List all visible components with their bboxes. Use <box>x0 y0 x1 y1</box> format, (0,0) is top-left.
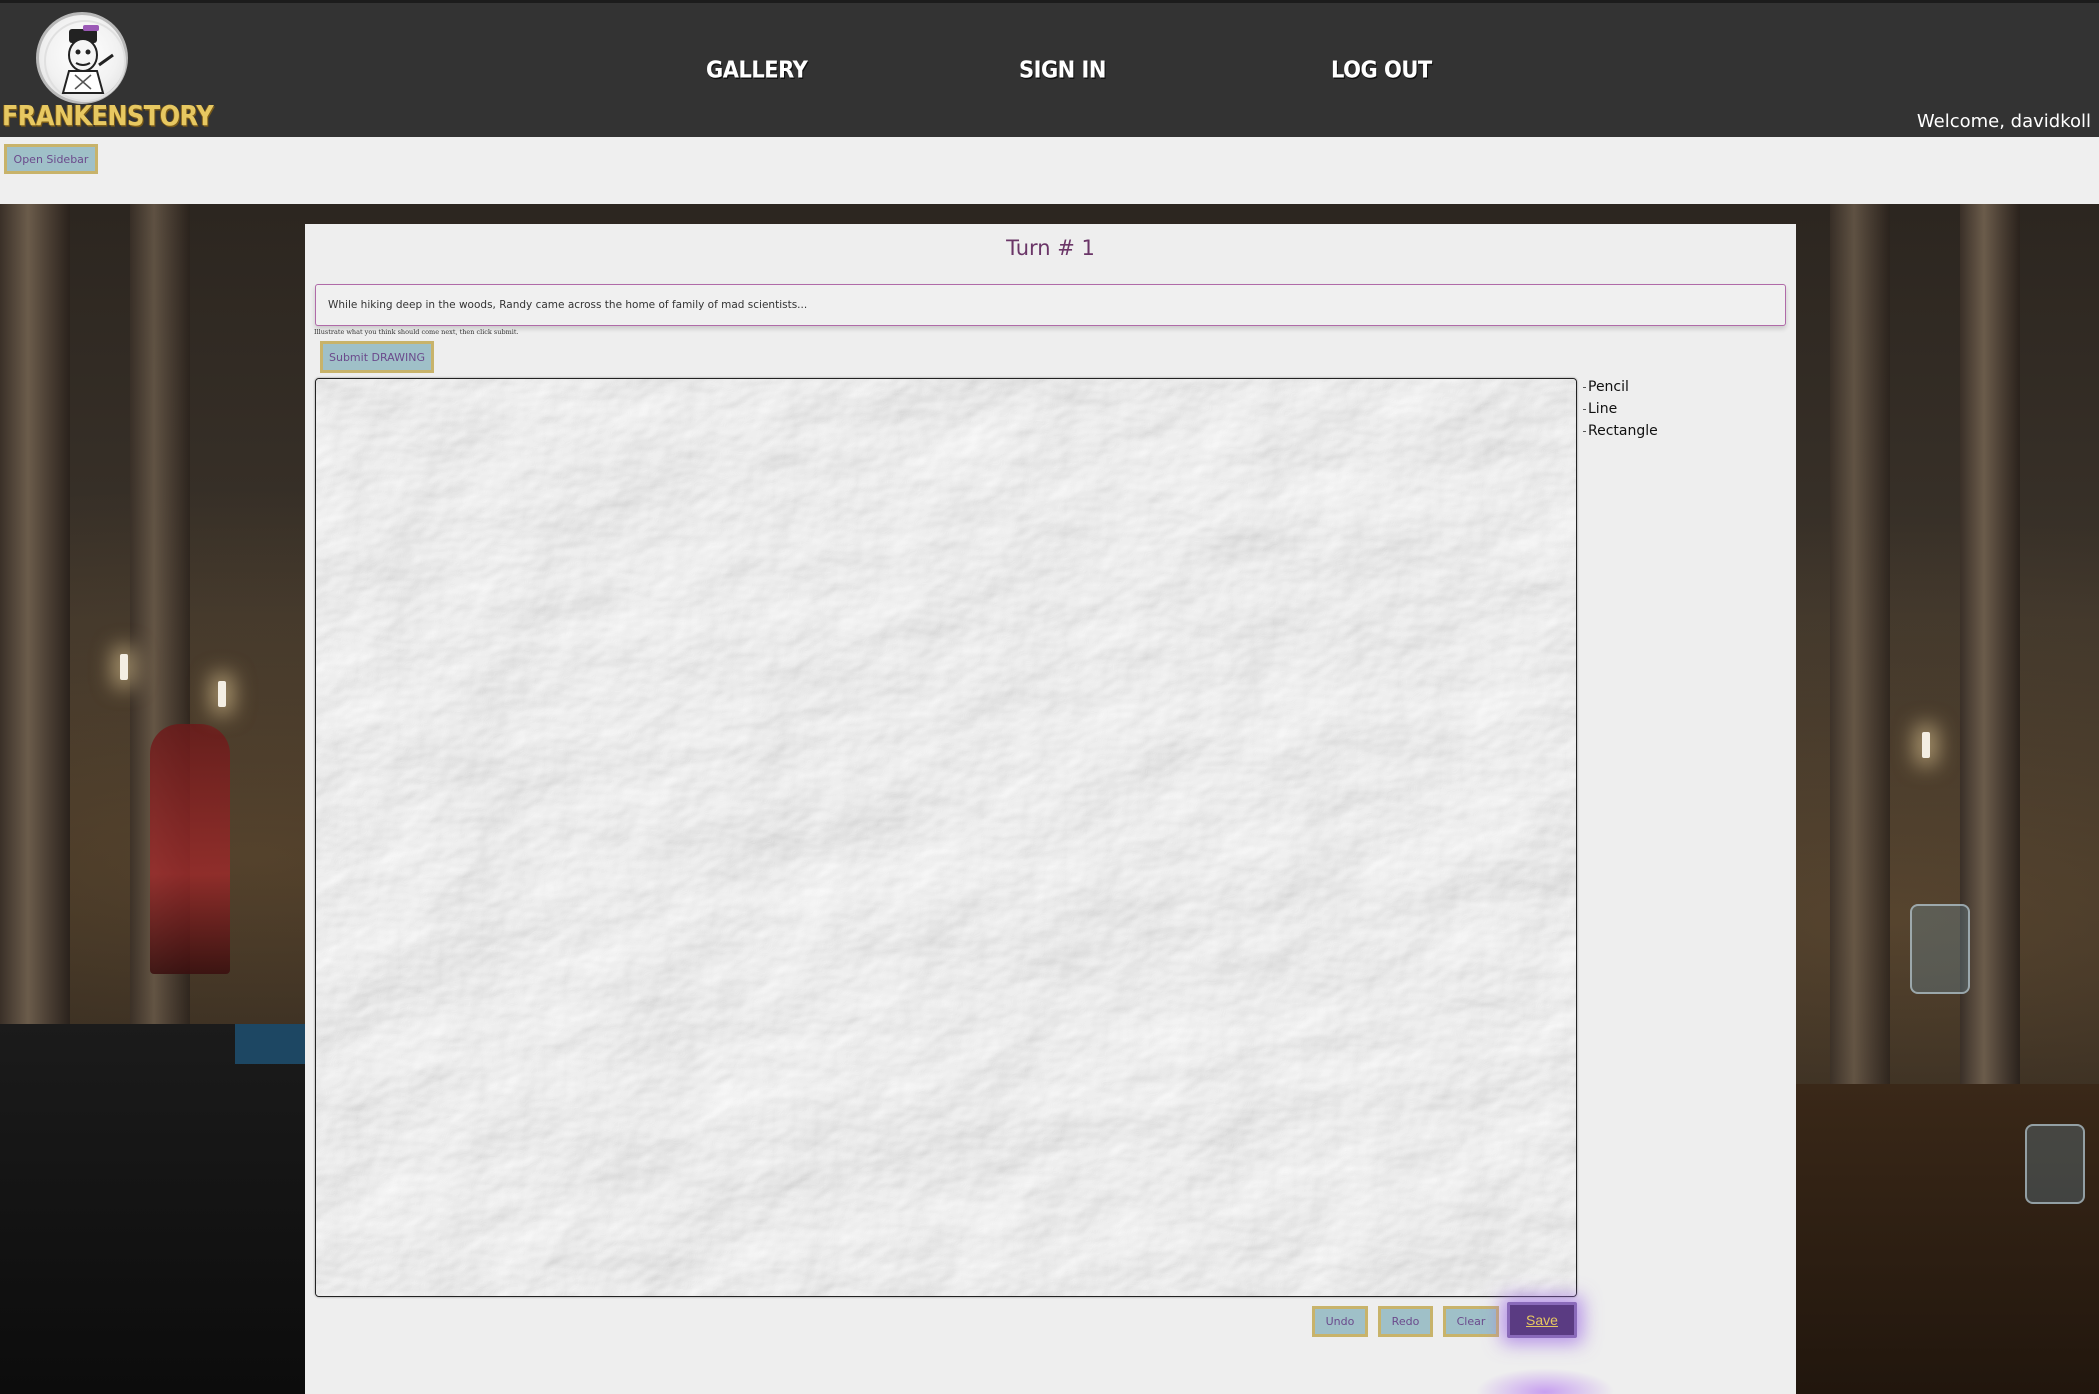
nav-signin-link[interactable]: SIGN IN <box>1019 57 1106 83</box>
tool-rectangle[interactable]: Rectangle <box>1583 420 1658 442</box>
nav-gallery-link[interactable]: GALLERY <box>706 57 808 83</box>
clear-button[interactable]: Clear <box>1443 1306 1499 1337</box>
redo-button[interactable]: Redo <box>1378 1306 1433 1337</box>
save-glow-effect <box>1475 1368 1615 1394</box>
frankenstein-logo-icon <box>36 12 128 104</box>
story-prompt: While hiking deep in the woods, Randy ca… <box>315 284 1786 326</box>
tool-pencil[interactable]: Pencil <box>1583 376 1658 398</box>
save-button[interactable]: Save <box>1507 1302 1577 1338</box>
top-navbar: FRANKENSTORY GALLERY SIGN IN LOG OUT <box>0 3 2099 137</box>
brand-logo[interactable]: FRANKENSTORY <box>0 6 214 134</box>
submit-drawing-button[interactable]: Submit DRAWING <box>320 341 434 373</box>
main-game-panel: Turn # 1 While hiking deep in the woods,… <box>305 224 1796 1394</box>
undo-button[interactable]: Undo <box>1312 1306 1368 1337</box>
nav-logout-link[interactable]: LOG OUT <box>1331 57 1432 83</box>
drawing-canvas[interactable] <box>315 378 1577 1297</box>
turn-title: Turn # 1 <box>1006 236 1095 260</box>
welcome-message: Welcome, davidkoll <box>1916 111 2091 132</box>
instruction-hint: Illustrate what you think should come ne… <box>314 328 519 336</box>
sub-toolbar <box>0 137 2099 204</box>
open-sidebar-button[interactable]: Open Sidebar <box>4 144 98 174</box>
tool-list: Pencil Line Rectangle <box>1583 376 1658 442</box>
brand-name: FRANKENSTORY <box>2 99 214 133</box>
tool-line[interactable]: Line <box>1583 398 1658 420</box>
